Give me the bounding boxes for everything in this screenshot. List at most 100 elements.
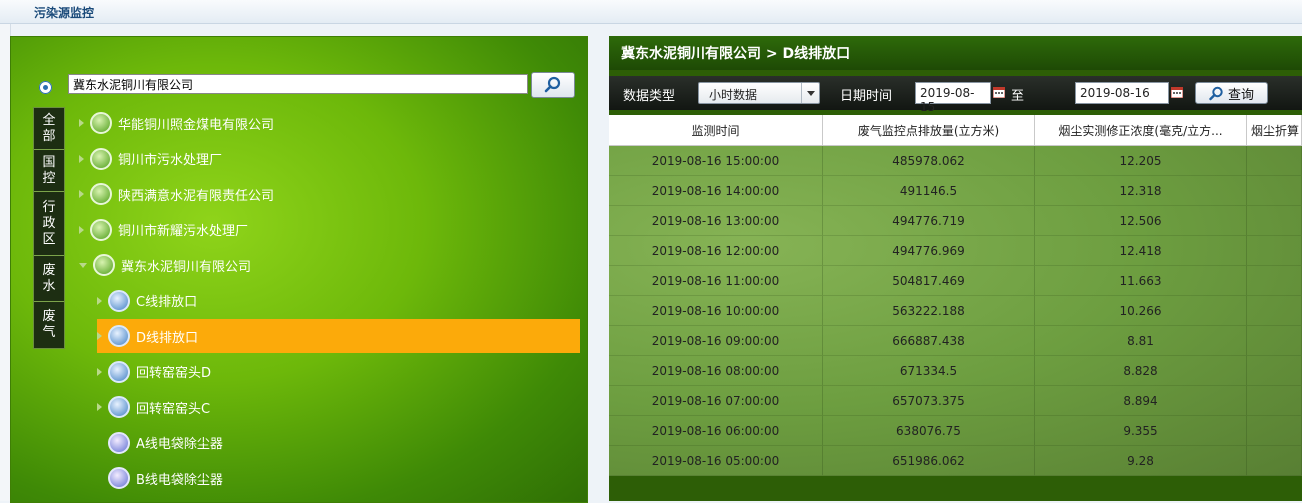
detail-title: 冀东水泥铜川有限公司 > D线排放口 <box>609 36 1302 70</box>
data-type-value: 小时数据 <box>709 88 758 102</box>
table-cell <box>1247 176 1302 206</box>
table-cell <box>1247 266 1302 296</box>
air-outlet-icon <box>108 289 130 312</box>
app-title: 污染源监控 <box>34 6 95 20</box>
table-row[interactable]: 2019-08-16 07:00:00 657073.375 8.894 <box>609 386 1302 416</box>
col-header-time[interactable]: 监测时间 <box>609 115 823 145</box>
table-cell: 2019-08-16 12:00:00 <box>609 236 823 266</box>
table-cell: 10.266 <box>1035 296 1247 326</box>
chevron-down-icon <box>801 83 819 103</box>
expanded-arrow-icon[interactable] <box>79 262 87 268</box>
table-row[interactable]: 2019-08-16 12:00:00 494776.969 12.418 <box>609 236 1302 266</box>
calendar-icon[interactable] <box>1171 87 1183 98</box>
table-cell <box>1247 206 1302 236</box>
tree-item-label: 铜川市新耀污水处理厂 <box>118 224 249 239</box>
source-tree-panel: 全部 国控 行政区 废水 废气 华能铜川照金煤电有限公司铜川市污水处理厂陕西满意… <box>10 36 588 503</box>
tab-wastewater[interactable]: 废水 <box>34 256 64 302</box>
search-button[interactable] <box>531 72 575 98</box>
tree-item-label: A线电袋除尘器 <box>136 437 223 452</box>
company-home-icon <box>93 254 115 276</box>
date-label: 日期时间 <box>840 89 893 104</box>
tree-item[interactable]: D线排放口 <box>97 319 580 353</box>
table-cell: 9.28 <box>1035 446 1247 476</box>
tree-item[interactable]: B线电袋除尘器 <box>97 461 580 495</box>
table-row[interactable]: 2019-08-16 15:00:00 485978.062 12.205 <box>609 146 1302 176</box>
air-outlet-icon <box>108 325 130 347</box>
tree-item[interactable]: 冀东水泥铜川有限公司 <box>79 248 580 282</box>
tab-national[interactable]: 国控 <box>34 150 64 192</box>
table-cell: 504817.469 <box>823 266 1035 296</box>
table-row[interactable]: 2019-08-16 11:00:00 504817.469 11.663 <box>609 266 1302 296</box>
company-home-icon <box>90 147 112 170</box>
tree-item[interactable]: 铜川市污水处理厂 <box>79 142 580 176</box>
expand-arrow-icon[interactable] <box>97 367 102 376</box>
grid-header: 监测时间 废气监控点排放量(立方米) 烟尘实测修正浓度(毫克/立方... 烟尘折… <box>609 115 1302 146</box>
date-to-input[interactable]: 2019-08-16 <box>1075 82 1169 104</box>
table-row[interactable]: 2019-08-16 08:00:00 671334.5 8.828 <box>609 356 1302 386</box>
col-header-dust-converted[interactable]: 烟尘折算 <box>1247 115 1302 145</box>
table-row[interactable]: 2019-08-16 06:00:00 638076.75 9.355 <box>609 416 1302 446</box>
company-home-icon <box>90 183 112 205</box>
tree-item[interactable]: 回转窑窑头D <box>97 355 580 389</box>
tree-item[interactable]: C线排放口 <box>97 284 580 318</box>
table-row[interactable]: 2019-08-16 09:00:00 666887.438 8.81 <box>609 326 1302 356</box>
table-cell: 657073.375 <box>823 386 1035 416</box>
tree-item[interactable]: 回转窑窑头C <box>97 390 580 424</box>
table-cell: 12.418 <box>1035 236 1247 266</box>
table-cell: 2019-08-16 10:00:00 <box>609 296 823 326</box>
table-cell: 485978.062 <box>823 146 1035 176</box>
col-header-gas-volume[interactable]: 废气监控点排放量(立方米) <box>823 115 1035 145</box>
table-cell: 2019-08-16 14:00:00 <box>609 176 823 206</box>
expand-arrow-icon[interactable] <box>79 225 84 234</box>
table-cell: 671334.5 <box>823 356 1035 386</box>
date-from-input[interactable]: 2019-08-15 <box>915 82 991 114</box>
tree-item[interactable]: 陕西满意水泥有限责任公司 <box>79 177 580 211</box>
table-cell: 8.81 <box>1035 326 1247 356</box>
tab-district[interactable]: 行政区 <box>34 192 64 256</box>
expand-arrow-icon[interactable] <box>97 296 102 305</box>
expand-arrow-icon[interactable] <box>79 154 84 163</box>
category-tabs: 全部 国控 行政区 废水 废气 <box>33 107 65 349</box>
table-row[interactable]: 2019-08-16 14:00:00 491146.5 12.318 <box>609 176 1302 206</box>
table-cell: 11.663 <box>1035 266 1247 296</box>
calendar-icon[interactable] <box>993 87 1005 98</box>
table-cell: 2019-08-16 05:00:00 <box>609 446 823 476</box>
table-cell: 2019-08-16 11:00:00 <box>609 266 823 296</box>
table-row[interactable]: 2019-08-16 13:00:00 494776.719 12.506 <box>609 206 1302 236</box>
expand-arrow-icon[interactable] <box>97 403 102 411</box>
tree-item-label: B线电袋除尘器 <box>136 472 223 488</box>
tree-item-label: C线排放口 <box>136 295 198 310</box>
table-cell <box>1247 446 1302 476</box>
table-row[interactable]: 2019-08-16 05:00:00 651986.062 9.28 <box>609 446 1302 476</box>
table-cell: 491146.5 <box>823 176 1035 206</box>
search-input[interactable] <box>68 74 528 94</box>
table-cell <box>1247 236 1302 266</box>
col-header-dust-concentration[interactable]: 烟尘实测修正浓度(毫克/立方... <box>1035 115 1247 145</box>
table-cell: 2019-08-16 06:00:00 <box>609 416 823 446</box>
tree-item[interactable]: A线电袋除尘器 <box>97 426 580 460</box>
tab-exhaust-gas[interactable]: 废气 <box>34 302 64 348</box>
data-grid: 监测时间 废气监控点排放量(立方米) 烟尘实测修正浓度(毫克/立方... 烟尘折… <box>609 115 1302 476</box>
tree-item[interactable]: 铜川市新耀污水处理厂 <box>79 213 580 247</box>
tree-item-label: 回转窑窑头D <box>136 366 212 381</box>
expand-arrow-icon[interactable] <box>97 332 102 340</box>
search-radio-icon[interactable] <box>39 81 52 94</box>
table-cell <box>1247 416 1302 446</box>
data-type-label: 数据类型 <box>623 89 676 104</box>
table-cell <box>1247 356 1302 386</box>
tab-all[interactable]: 全部 <box>34 108 64 150</box>
data-type-select[interactable]: 小时数据 <box>698 82 820 104</box>
top-bar: 污染源监控 <box>0 0 1302 24</box>
tree-item-label: D线排放口 <box>136 330 199 346</box>
expand-arrow-icon[interactable] <box>79 119 84 127</box>
tree-item-label: 华能铜川照金煤电有限公司 <box>118 117 275 133</box>
table-cell: 12.205 <box>1035 146 1247 176</box>
table-cell: 12.318 <box>1035 176 1247 206</box>
table-row[interactable]: 2019-08-16 10:00:00 563222.188 10.266 <box>609 296 1302 326</box>
tree-item[interactable]: 华能铜川照金煤电有限公司 <box>79 106 580 140</box>
expand-arrow-icon[interactable] <box>79 190 84 198</box>
table-cell <box>1247 146 1302 176</box>
table-cell: 9.355 <box>1035 416 1247 446</box>
table-cell: 2019-08-16 15:00:00 <box>609 146 823 176</box>
query-button[interactable]: 查询 <box>1195 82 1268 104</box>
